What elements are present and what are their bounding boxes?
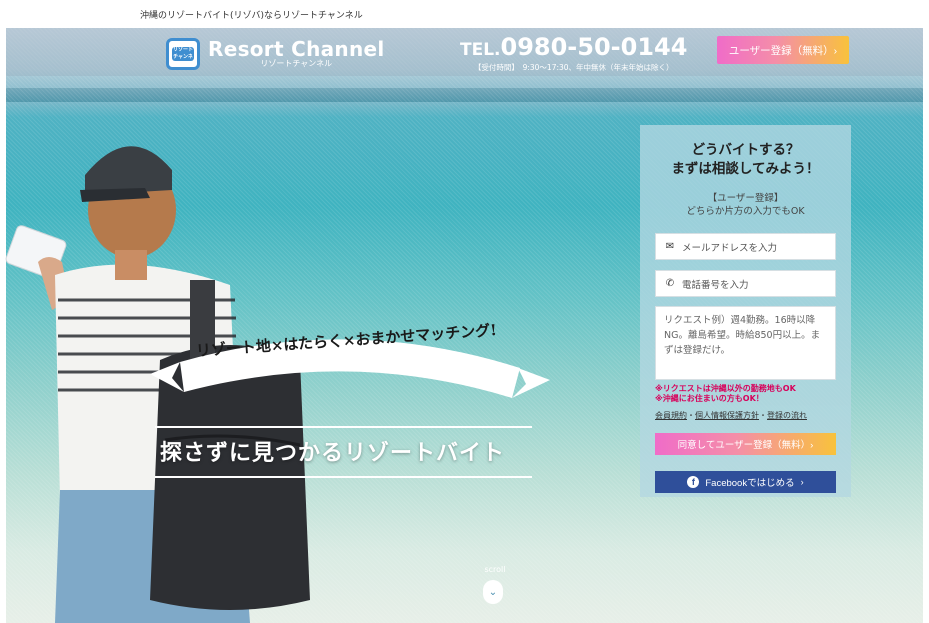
signup-panel: どうバイトする？ まずは相談してみよう！ 【ユーザー登録】 どちらか片方の入力で… <box>640 125 851 497</box>
note-line1: ※リクエストは沖縄以外の勤務地もOK <box>655 384 796 393</box>
phone-icon: ✆ <box>665 278 675 289</box>
phone-placeholder: 電話番号を入力 <box>682 279 749 291</box>
headline-rule-top <box>155 426 532 428</box>
panel-sub-line2: どちらか片方の入力でもOK <box>686 206 805 217</box>
policy-links: 会員規約・個人情報保護方針・登録の流れ <box>655 411 845 421</box>
signup-flow-link[interactable]: 登録の流れ <box>767 411 807 420</box>
site-logo[interactable]: リゾート チャンネル Resort Channel リゾートチャンネル <box>166 38 385 70</box>
panel-subtitle: 【ユーザー登録】 どちらか片方の入力でもOK <box>640 192 851 218</box>
email-field[interactable]: ✉ メールアドレスを入力 <box>655 233 836 260</box>
envelope-icon: ✉ <box>665 241 675 252</box>
terms-link[interactable]: 会員規約 <box>655 411 687 420</box>
top-strip: 沖縄のリゾートバイト(リゾバ)ならリゾートチャンネル <box>0 0 929 28</box>
link-separator: ・ <box>759 411 767 420</box>
headline-rule-bottom <box>155 476 532 478</box>
chevron-down-icon: ⌄ <box>488 586 498 598</box>
phone-field[interactable]: ✆ 電話番号を入力 <box>655 270 836 297</box>
panel-title: どうバイトする？ まずは相談してみよう！ <box>640 141 851 179</box>
email-placeholder: メールアドレスを入力 <box>682 242 778 254</box>
panel-title-line1: どうバイトする？ <box>691 142 800 158</box>
chevron-right-icon: › <box>800 477 804 487</box>
phone-contact: TEL.0980-50-0144 【受付時間】 9:30〜17:30、年中無休（… <box>460 34 687 73</box>
link-separator: ・ <box>687 411 695 420</box>
facebook-button-label: Facebookではじめる <box>705 478 795 489</box>
note-line2: ※沖縄にお住まいの方もOK！ <box>655 394 764 403</box>
logo-icon-text: リゾート チャンネル <box>172 47 194 67</box>
panel-sub-line1: 【ユーザー登録】 <box>707 193 784 204</box>
privacy-link[interactable]: 個人情報保護方針 <box>695 411 759 420</box>
user-register-button[interactable]: ユーザー登録（無料）› <box>717 36 849 64</box>
tel-number[interactable]: 0980-50-0144 <box>501 33 688 61</box>
tel-prefix: TEL. <box>460 40 501 60</box>
site-tagline: 沖縄のリゾートバイト(リゾバ)ならリゾートチャンネル <box>140 11 363 21</box>
panel-title-line2: まずは相談してみよう！ <box>671 161 820 177</box>
logo-icon: リゾート チャンネル <box>166 38 200 70</box>
facebook-icon: f <box>687 476 700 488</box>
facebook-login-button[interactable]: f Facebookではじめる › <box>655 471 836 493</box>
agree-register-button[interactable]: 同意してユーザー登録（無料）› <box>655 433 836 455</box>
scroll-down-button[interactable]: ⌄ <box>483 580 503 604</box>
request-textarea[interactable]: リクエスト例）週4勤務。16時以降NG。離島希望。時給850円以上。まずは登録だ… <box>655 306 836 380</box>
request-note: ※リクエストは沖縄以外の勤務地もOK ※沖縄にお住まいの方もOK！ <box>655 384 845 404</box>
horizon-band <box>6 88 923 102</box>
hero-headline: 探さずに見つかるリゾートバイト <box>160 441 506 466</box>
scroll-label: scroll <box>484 565 506 574</box>
tel-hours: 【受付時間】 9:30〜17:30、年中無休（年末年始は除く） <box>473 63 674 72</box>
logo-name: Resort Channel <box>208 37 385 61</box>
